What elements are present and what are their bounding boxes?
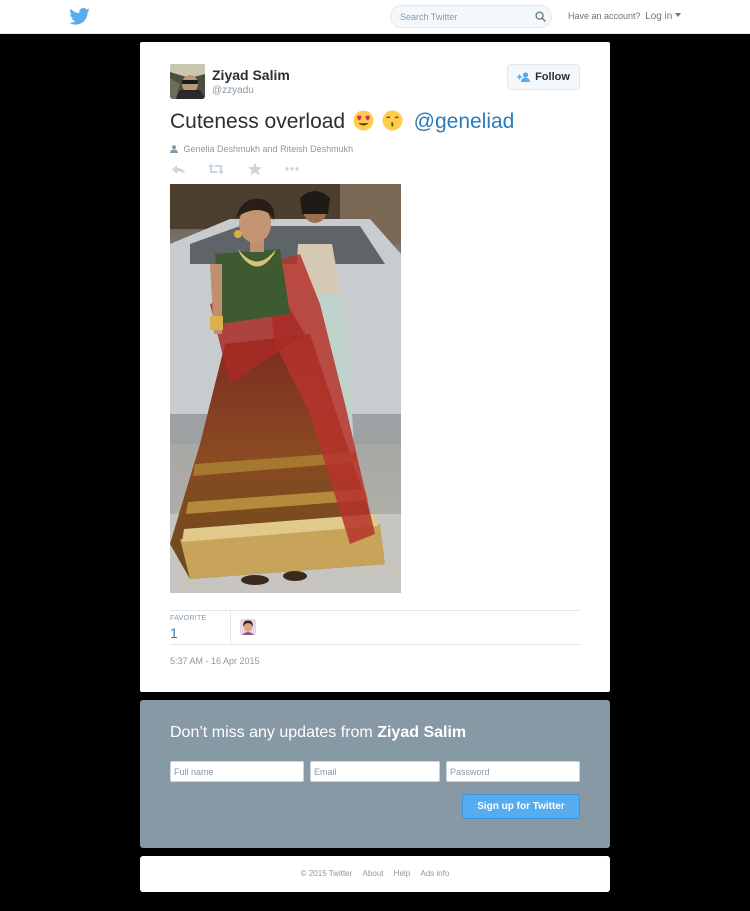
tweet-photo[interactable] [170,184,401,593]
search-icon[interactable] [535,11,546,22]
signup-panel: Don’t miss any updates from Ziyad Salim … [140,700,610,848]
tweet-text: Cuteness overload @geneliad [170,110,514,134]
footer-help-link[interactable]: Help [394,869,410,878]
follow-button[interactable]: Follow [507,64,580,90]
author-handle[interactable]: @zzyadu [212,85,254,96]
favorite-icon[interactable] [247,162,263,176]
mention-link[interactable]: @geneliad [414,110,515,133]
more-icon[interactable] [284,162,300,176]
retweet-icon[interactable] [208,162,224,176]
follow-user-icon [517,72,531,82]
signup-title-prefix: Don’t miss any updates from [170,724,373,741]
person-icon [170,145,178,153]
search-box[interactable] [390,5,552,28]
tagged-people[interactable]: Genelia Deshmukh and Riteish Deshmukh [170,144,353,154]
search-input[interactable] [391,6,529,27]
signup-title: Don’t miss any updates from Ziyad Salim [170,724,466,742]
favorite-count[interactable]: 1 [170,625,178,641]
signup-title-name: Ziyad Salim [377,724,467,741]
favorite-label: FAVORITE [170,615,207,622]
tweet-card: Ziyad Salim @zzyadu Follow Cuteness over… [140,42,610,692]
top-bar: Have an account? Log in [0,0,750,34]
footer: © 2015 Twitter About Help Ads info [140,856,610,892]
footer-about-link[interactable]: About [363,869,384,878]
stats-divider-top [170,610,580,611]
tagged-people-text: Genelia Deshmukh and Riteish Deshmukh [183,144,354,154]
stats-divider-bottom [170,644,580,645]
kissing-emoji [382,110,403,131]
author-name[interactable]: Ziyad Salim [212,67,290,83]
tweet-timestamp[interactable]: 5:37 AM - 16 Apr 2015 [170,656,260,666]
twitter-bird-icon[interactable] [69,8,90,25]
stats-divider-vertical [230,611,231,644]
heart-eyes-emoji [353,110,374,131]
reply-icon[interactable] [171,162,187,176]
avatar[interactable] [170,64,205,99]
tweet-body: Cuteness overload [170,110,346,133]
signup-button[interactable]: Sign up for Twitter [462,794,580,819]
footer-ads-info-link[interactable]: Ads info [420,869,449,878]
password-field[interactable] [446,761,580,782]
account-prompt-text: Have an account? [568,11,641,21]
chevron-down-icon[interactable] [675,13,682,17]
account-prompt: Have an account? Log in [568,11,682,22]
favoriter-avatar[interactable] [240,619,256,635]
login-link[interactable]: Log in [645,11,672,22]
email-field[interactable] [310,761,440,782]
footer-copyright: © 2015 Twitter [300,869,353,878]
fullname-field[interactable] [170,761,304,782]
follow-label: Follow [535,71,570,83]
